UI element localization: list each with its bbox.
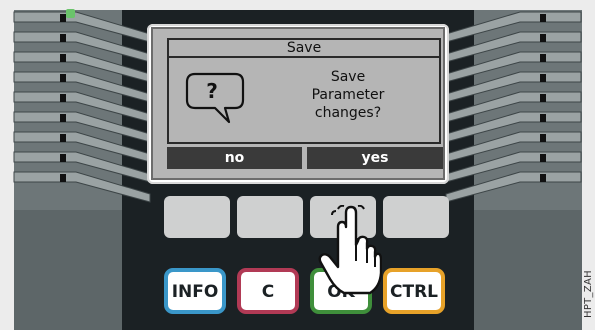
left-terminal-slot [60, 94, 66, 102]
left-terminal-slot [60, 74, 66, 82]
left-terminal-slot [60, 114, 66, 122]
left-terminal-slot [60, 174, 66, 182]
right-terminal-slot [540, 34, 546, 42]
right-terminal-slot [540, 94, 546, 102]
pointing-hand-icon [318, 205, 382, 295]
c-button[interactable]: C [237, 268, 299, 314]
info-button[interactable]: INFO [164, 268, 226, 314]
status-led-icon [66, 9, 75, 18]
question-bubble-icon: ? [185, 72, 245, 124]
dialog-title: Save [167, 38, 441, 58]
dialog-message-line3: changes? [314, 105, 382, 121]
figure-code: HPT_ZAH [583, 270, 594, 318]
right-terminal-slot [540, 154, 546, 162]
left-terminal-slot [60, 154, 66, 162]
dialog-message-line1: Save [330, 69, 366, 85]
right-terminal-slot [540, 134, 546, 142]
left-terminal-slot [60, 34, 66, 42]
softkey-button-4[interactable] [383, 196, 449, 238]
right-terminal-slot [540, 54, 546, 62]
softkey-yes[interactable]: yes [307, 147, 443, 169]
left-terminal-slot [60, 134, 66, 142]
right-terminal-slot [540, 14, 546, 22]
question-mark: ? [206, 79, 218, 103]
dialog-message-line2: Parameter [311, 87, 385, 103]
softkey-button-2[interactable] [237, 196, 303, 238]
dialog-message: Save Parameter changes? [278, 68, 418, 122]
right-terminal-slot [540, 74, 546, 82]
softkey-no[interactable]: no [167, 147, 302, 169]
left-terminal-slot [60, 54, 66, 62]
softkey-button-1[interactable] [164, 196, 230, 238]
ctrl-button[interactable]: CTRL [383, 268, 445, 314]
right-terminal-slot [540, 174, 546, 182]
right-terminal-slot [540, 114, 546, 122]
